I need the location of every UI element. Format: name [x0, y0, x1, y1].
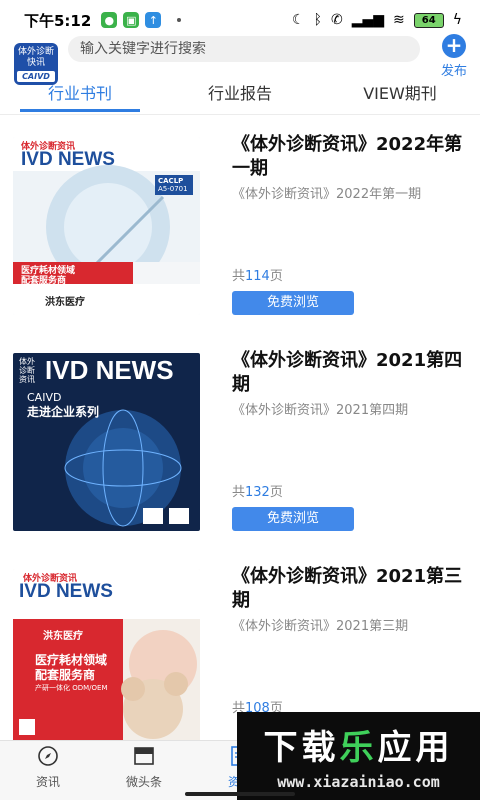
nav-item-news[interactable]: 资讯 [0, 741, 96, 800]
bluetooth-icon: ᛒ [313, 12, 322, 28]
cover-masthead-en: IVD NEWS [19, 581, 113, 602]
cover-brand: 洪东医疗 [43, 631, 83, 642]
status-bar: 下午5:12 ● ▣ ↑ ☾ ᛒ ✆ ▂▄▆ ≋ 64 ϟ [0, 0, 480, 40]
logo-line1: 体外诊断 [17, 47, 54, 57]
magazine-cover[interactable]: 体外诊断资讯 IVD NEWS 洪东医疗 医疗耗材领域 配套服务商 产研一体化 … [13, 569, 200, 740]
nav-label-news: 资讯 [35, 775, 60, 789]
headline-icon [134, 747, 154, 765]
cover-banner-line2: 配套服务商 [35, 668, 96, 682]
upload-icon: ↑ [145, 12, 162, 28]
watermark-title: 下载乐应用 [237, 720, 480, 769]
page-count: 共114页 [232, 265, 283, 284]
signal-icon: ▂▄▆ [351, 12, 385, 28]
cover-brand: 洪东医疗 [45, 297, 85, 308]
tab-view-journal[interactable]: VIEW期刊 [320, 72, 480, 114]
cover-side-label: 体外诊断资讯 [19, 357, 35, 384]
magazine-cover[interactable]: 体外诊断资讯 IVD NEWS CACLP A5-0701 医疗耗材领域 配套服… [13, 137, 200, 315]
compass-icon [38, 746, 58, 766]
list-item[interactable]: 体外诊断资讯 IVD NEWS CACLP A5-0701 医疗耗材领域 配套服… [0, 115, 480, 330]
free-browse-button[interactable]: 免费浏览 [232, 291, 354, 315]
tab-industry-reports[interactable]: 行业报告 [160, 72, 320, 114]
magazine-cover[interactable]: 体外诊断资讯 IVD NEWS CAIVD 走进企业系列 [13, 353, 200, 531]
tab-industry-books[interactable]: 行业书刊 [0, 72, 160, 114]
cover-banner-line2: 配套服务商 [21, 276, 67, 286]
watermark-banner: 下载乐应用 www.xiazainiao.com [237, 712, 480, 800]
item-subtitle: 《体外诊断资讯》2021第三期 [232, 619, 409, 634]
charging-icon: ϟ [452, 12, 462, 28]
item-title[interactable]: 《体外诊断资讯》2021第三期 [232, 565, 464, 613]
watermark-url: www.xiazainiao.com [277, 773, 440, 791]
category-tabs: 行业书刊 行业报告 VIEW期刊 [0, 72, 480, 114]
item-subtitle: 《体外诊断资讯》2022年第一期 [232, 187, 422, 202]
search-bar[interactable] [68, 36, 420, 62]
wifi-icon: ≋ [393, 12, 405, 28]
nav-label-headlines: 微头条 [125, 775, 162, 789]
cover-masthead-en: IVD NEWS [45, 355, 174, 385]
search-input[interactable] [80, 41, 410, 57]
pages-number: 132 [245, 485, 270, 500]
watermark-title-part2: 乐 [339, 728, 378, 768]
logo-line2: 快讯 [26, 58, 45, 68]
pages-prefix: 共 [232, 485, 246, 500]
cover-badge: CACLP [158, 177, 184, 185]
item-title[interactable]: 《体外诊断资讯》2021第四期 [232, 349, 464, 397]
page-count: 共132页 [232, 481, 283, 500]
nav-item-headlines[interactable]: 微头条 [96, 741, 192, 800]
pages-number: 114 [245, 269, 270, 284]
item-title[interactable]: 《体外诊断资讯》2022年第一期 [232, 133, 464, 181]
watermark-title-part1: 下载 [263, 728, 340, 768]
cover-tagline: 产研一体化 ODM/OEM [35, 684, 108, 692]
android-icon: ▣ [123, 12, 140, 28]
notification-dot-icon [177, 18, 182, 22]
list-item[interactable]: 体外诊断资讯 IVD NEWS CAIVD 走进企业系列 《体外诊断资讯》202… [0, 331, 480, 546]
cover-series: 走进企业系列 [27, 405, 100, 419]
free-browse-button[interactable]: 免费浏览 [232, 507, 354, 531]
cover-code: A5-0701 [158, 185, 188, 193]
home-indicator[interactable] [185, 792, 295, 796]
wechat-icon: ● [101, 12, 118, 28]
status-time: 下午5:12 [24, 11, 92, 30]
magazine-list[interactable]: 体外诊断资讯 IVD NEWS CACLP A5-0701 医疗耗材领域 配套服… [0, 115, 480, 740]
watermark-title-part3: 应用 [377, 728, 454, 768]
status-right: ☾ ᛒ ✆ ▂▄▆ ≋ 64 ϟ [292, 12, 462, 28]
item-subtitle: 《体外诊断资讯》2021第四期 [232, 403, 409, 418]
pages-suffix: 页 [269, 269, 283, 284]
moon-icon: ☾ [292, 12, 305, 28]
plus-icon: + [442, 34, 466, 58]
battery-icon: 64 [413, 12, 444, 28]
pages-suffix: 页 [269, 485, 283, 500]
phone-icon: ✆ [330, 12, 343, 28]
pages-prefix: 共 [232, 269, 246, 284]
cover-masthead-en: IVD NEWS [21, 149, 115, 170]
